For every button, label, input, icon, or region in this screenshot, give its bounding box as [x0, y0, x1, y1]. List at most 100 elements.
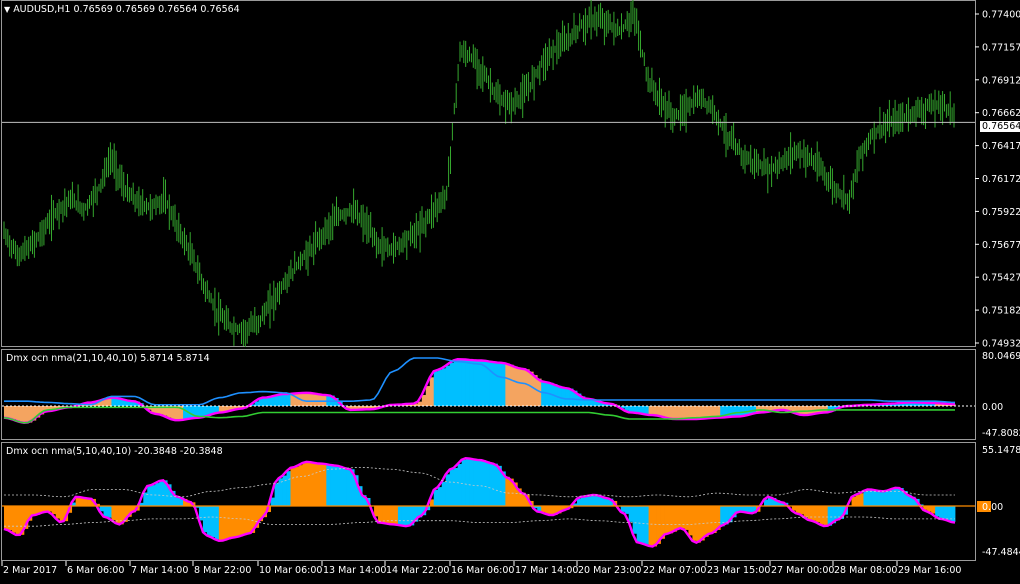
- indicator2-histogram-bar: [227, 506, 231, 539]
- indicator2-histogram-bar: [688, 506, 692, 535]
- indicator2-histogram-bar: [151, 485, 155, 506]
- indicator1-histogram-bar: [509, 365, 513, 406]
- indicator2-histogram-bar: [951, 506, 955, 522]
- indicator1-histogram-bar: [561, 387, 565, 406]
- indicator2-histogram-bar: [287, 471, 291, 506]
- time-axis-label: 17 Mar 14:00: [515, 565, 578, 576]
- indicator1-histogram-bar: [474, 360, 478, 406]
- time-axis-label: 7 Mar 14:00: [131, 565, 188, 576]
- symbol-header: ▼ AUDUSD,H1 0.76569 0.76569 0.76564 0.76…: [4, 4, 240, 16]
- indicator2-histogram-bar: [589, 496, 593, 506]
- indicator2-axis-zero: 0.00: [982, 502, 1003, 513]
- chart-window[interactable]: 0.774000.771570.769120.766620.764170.761…: [0, 0, 1020, 581]
- time-axis-label: 2 Mar 2017: [3, 565, 57, 576]
- indicator1-histogram-bar: [521, 369, 525, 406]
- indicator1-histogram-bar: [458, 359, 462, 406]
- indicator2-histogram-bar: [481, 460, 485, 506]
- indicator2-histogram-bar: [800, 506, 804, 514]
- indicator2-histogram-bar: [577, 499, 581, 506]
- ohlc-values: 0.76569 0.76569 0.76564 0.76564: [74, 4, 240, 15]
- indicator2-histogram-bar: [852, 497, 856, 506]
- time-axis-label: 20 Mar 23:00: [578, 565, 641, 576]
- time-axis-label: 14 Mar 22:00: [386, 565, 449, 576]
- indicator1-histogram-bar: [283, 394, 287, 406]
- indicator2-histogram-bar: [856, 495, 860, 506]
- indicator2-histogram-bar: [669, 506, 673, 533]
- indicator1-histogram-bar: [306, 393, 310, 406]
- indicator2-histogram-bar: [629, 506, 633, 522]
- indicator1-histogram-bar: [271, 397, 275, 406]
- indicator2-axis-bottom: -47.4844: [982, 547, 1020, 558]
- indicator1-histogram-bar: [800, 406, 804, 415]
- indicator2-histogram-bar: [454, 468, 458, 506]
- indicator2-histogram-bar: [680, 506, 684, 528]
- indicator2-histogram-bar: [306, 462, 310, 506]
- time-axis-label: 29 Mar 16:00: [898, 565, 961, 576]
- indicator1-histogram-bar: [310, 393, 314, 406]
- indicator2-histogram-bar: [103, 506, 107, 517]
- indicator1-histogram-bar: [454, 360, 458, 406]
- time-axis-label: 8 Mar 22:00: [194, 565, 251, 576]
- indicator2-histogram-bar: [895, 488, 899, 506]
- indicator1-histogram-bar: [470, 360, 474, 406]
- indicator2-axis-top: 55.1478: [982, 445, 1020, 456]
- indicator2-histogram-bar: [672, 506, 676, 532]
- time-axis-label: 13 Mar 14:00: [323, 565, 386, 576]
- dropdown-triangle-icon[interactable]: ▼: [4, 5, 10, 14]
- indicator2-histogram-bar: [625, 506, 629, 514]
- indicator1-histogram-bar: [259, 399, 263, 406]
- price-bars: [4, 0, 954, 347]
- indicator2-histogram-bar: [434, 490, 438, 506]
- indicator1-histogram-bar: [657, 406, 661, 415]
- indicator2-histogram-bar: [867, 490, 871, 506]
- indicator2-histogram-bar: [947, 506, 951, 520]
- indicator2-histogram-bar: [692, 506, 696, 541]
- indicator2-histogram-bar: [279, 478, 283, 506]
- indicator1-histogram-bar: [422, 395, 426, 406]
- indicator2-histogram-bar: [16, 506, 20, 535]
- price-axis-label: 0.76172: [982, 174, 1020, 185]
- indicator1-histogram-bar: [505, 363, 509, 406]
- indicator2-histogram-bar: [398, 506, 402, 525]
- indicator2-histogram-bar: [378, 506, 382, 522]
- indicator2-histogram-bar: [812, 506, 816, 521]
- indicator2-histogram-bar: [489, 463, 493, 506]
- indicator1-histogram-bar: [641, 406, 645, 414]
- chart-canvas[interactable]: 0.774000.771570.769120.766620.764170.761…: [0, 0, 1020, 581]
- indicator2-histogram-bar: [147, 486, 151, 506]
- indicator2-histogram-bar: [382, 506, 386, 523]
- indicator1-histogram-bar: [275, 396, 279, 406]
- indicator2-histogram-bar: [665, 506, 669, 534]
- indicator2-histogram-bar: [302, 463, 306, 506]
- indicator1-histogram-bar: [430, 377, 434, 406]
- indicator2-histogram-bar: [390, 506, 394, 524]
- indicator1-histogram-bar: [279, 395, 283, 406]
- indicator2-histogram-bar: [56, 506, 60, 519]
- indicator2-histogram-bar: [231, 506, 235, 538]
- indicator2-histogram-bar: [318, 464, 322, 506]
- indicator2-histogram-bar: [462, 460, 466, 506]
- indicator2-histogram-bar: [402, 506, 406, 526]
- indicator2-histogram-bar: [649, 506, 653, 546]
- indicator2-histogram-bar: [243, 506, 247, 535]
- indicator1-histogram-bar: [525, 369, 529, 406]
- indicator1-histogram-bar: [267, 397, 271, 406]
- time-axis-label: 6 Mar 06:00: [67, 565, 124, 576]
- indicator1-histogram-bar: [665, 406, 669, 417]
- indicator2-histogram-bar: [342, 467, 346, 506]
- price-axis-label: 0.76417: [982, 141, 1020, 152]
- indicator2-histogram-bar: [824, 506, 828, 526]
- indicator2-histogram-bar: [111, 506, 115, 520]
- indicator2-histogram-bar: [334, 465, 338, 506]
- indicator2-histogram-bar: [330, 465, 334, 506]
- indicator2-histogram-bar: [442, 482, 446, 506]
- indicator1-axis-zero: 0.00: [982, 402, 1003, 413]
- indicator2-histogram-bar: [458, 464, 462, 506]
- price-axis-label: 0.76662: [982, 108, 1020, 119]
- indicator2-histogram-bar: [585, 496, 589, 506]
- indicator1-histogram-bar: [672, 406, 676, 419]
- indicator2-histogram-bar: [326, 464, 330, 506]
- indicator2-histogram: [4, 458, 955, 546]
- indicator1-histogram-bar: [24, 406, 28, 423]
- indicator2-histogram-bar: [298, 465, 302, 506]
